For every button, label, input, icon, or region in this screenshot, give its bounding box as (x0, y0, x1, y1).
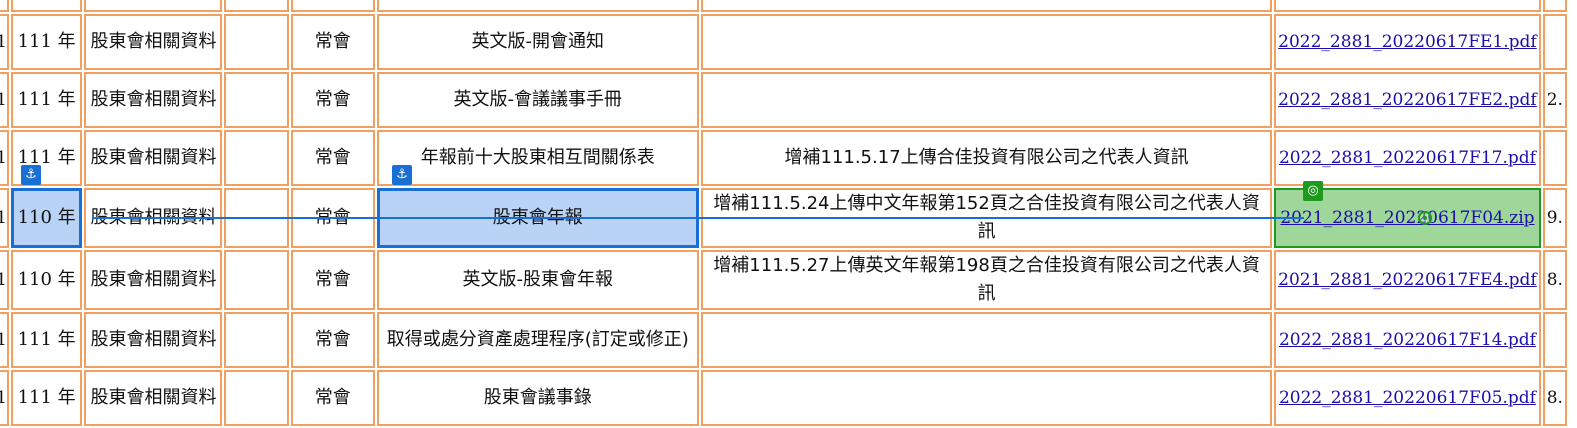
meeting-type-cell: 常會 (290, 312, 375, 368)
size-cell: 9. (1542, 188, 1567, 248)
size-cell: 2. (1542, 72, 1567, 128)
meeting-type-cell: 常會 (290, 130, 375, 186)
year-cell: 110 年 (10, 188, 83, 248)
shareholder-meeting-documents-table: 1111 年股東會相關資料常會英文版-開會通知2022_2881_2022061… (0, 0, 1569, 428)
note-cell (700, 312, 1273, 368)
row-stub: 1 (0, 72, 9, 128)
blank-cell (224, 370, 289, 426)
name-cell (376, 0, 699, 12)
table-row: 1111 年股東會相關資料 常會英文版-開會通知 2022_2881_2022061… (0, 14, 1567, 70)
category-cell: 股東會相關資料 (84, 14, 223, 70)
meeting-type-cell: 常會 (290, 72, 375, 128)
row-stub: 1 (0, 312, 9, 368)
file-download-link[interactable]: 2022_2881_20220617F14.pdf (1279, 330, 1536, 350)
note-cell (700, 72, 1273, 128)
blank-cell (224, 312, 289, 368)
row-stub (0, 0, 9, 12)
note-cell (700, 370, 1273, 426)
row-stub: 1 (0, 14, 9, 70)
year-cell: 111 年 (10, 312, 83, 368)
selection-link-line (92, 217, 1304, 219)
file-download-link[interactable]: 2022_2881_20220617F05.pdf (1279, 388, 1536, 408)
category-cell: 股東會相關資料 (84, 130, 223, 186)
file-cell (1274, 0, 1541, 12)
file-download-link[interactable]: 2022_2881_20220617FE1.pdf (1278, 32, 1537, 52)
file-download-link[interactable]: 2022_2881_20220617F17.pdf (1279, 148, 1536, 168)
table-row: 1110 年股東會相關資料 常會英文版-股東會年報增補111.5.27上傳英文年報… (0, 250, 1567, 310)
row-stub: 1 (0, 370, 9, 426)
size-cell (1542, 14, 1567, 70)
file-download-link[interactable]: 2021_2881_20220617F04.zip (1280, 208, 1534, 228)
note-cell (700, 14, 1273, 70)
table-row: 1111 年股東會相關資料 常會取得或處分資產處理程序(訂定或修正) 2022_28… (0, 312, 1567, 368)
cursor-icon (1418, 211, 1432, 225)
table-row: 1111 年股東會相關資料 常會股東會議事錄 2022_2881_20220617F… (0, 370, 1567, 426)
document-name-cell: 英文版-股東會年報 (376, 250, 699, 310)
document-name-cell: 英文版-開會通知 (376, 14, 699, 70)
row-stub: 1 (0, 130, 9, 186)
row-stub: 1 (0, 188, 9, 248)
year-cell: 110 年 (10, 250, 83, 310)
size-cell: 8. (1542, 370, 1567, 426)
target-icon[interactable]: ◎ (1303, 181, 1323, 201)
file-download-link[interactable]: 2022_2881_20220617FE2.pdf (1278, 90, 1537, 110)
meeting-type-cell: 常會 (290, 250, 375, 310)
document-name-cell: 年報前十大股東相互間關係表 (376, 130, 699, 186)
file-cell[interactable]: 2022_2881_20220617FE1.pdf (1274, 14, 1541, 70)
year-cell: 111 年 (10, 370, 83, 426)
file-cell[interactable]: 2022_2881_20220617FE2.pdf (1274, 72, 1541, 128)
anchor-icon[interactable]: ⚓ (21, 165, 41, 185)
category-cell: 股東會相關資料 (84, 72, 223, 128)
note-cell: 增補111.5.17上傳合佳投資有限公司之代表人資訊 (700, 130, 1273, 186)
year-cell: 111 年 (10, 14, 83, 70)
category-cell: 股東會相關資料 (84, 370, 223, 426)
document-name-cell: 取得或處分資產處理程序(訂定或修正) (376, 312, 699, 368)
row-stub: 1 (0, 250, 9, 310)
blank-cell (224, 14, 289, 70)
blank-cell (224, 72, 289, 128)
meeting-type-cell: 常會 (290, 370, 375, 426)
note-cell (700, 0, 1273, 12)
note-cell: 增補111.5.27上傳英文年報第198頁之合佳投資有限公司之代表人資訊 (700, 250, 1273, 310)
table-row (0, 0, 1567, 12)
blank-cell (224, 0, 289, 12)
year-cell: 111 年 (10, 72, 83, 128)
anchor-icon[interactable]: ⚓ (392, 165, 412, 185)
blank-cell (224, 130, 289, 186)
document-name-cell: 股東會議事錄 (376, 370, 699, 426)
file-cell[interactable]: 2021_2881_20220617FE4.pdf (1274, 250, 1541, 310)
file-cell[interactable]: 2022_2881_20220617F17.pdf (1274, 130, 1541, 186)
size-cell (1542, 0, 1567, 12)
category-cell: 股東會相關資料 (84, 250, 223, 310)
type-cell (290, 0, 375, 12)
blank-cell (224, 250, 289, 310)
file-cell[interactable]: 2022_2881_20220617F05.pdf (1274, 370, 1541, 426)
file-cell[interactable]: 2022_2881_20220617F14.pdf (1274, 312, 1541, 368)
table-row: 1111 年股東會相關資料常會年報前十大股東相互間關係表增補111.5.17上傳… (0, 130, 1567, 186)
year-cell (10, 0, 83, 12)
category-cell: 股東會相關資料 (84, 312, 223, 368)
category-cell (84, 0, 223, 12)
size-cell (1542, 130, 1567, 186)
table-row: 1111 年股東會相關資料 常會英文版-會議議事手冊 2022_2881_20220… (0, 72, 1567, 128)
file-download-link[interactable]: 2021_2881_20220617FE4.pdf (1278, 270, 1537, 290)
document-name-cell: 英文版-會議議事手冊 (376, 72, 699, 128)
size-cell (1542, 312, 1567, 368)
size-cell: 8. (1542, 250, 1567, 310)
meeting-type-cell: 常會 (290, 14, 375, 70)
